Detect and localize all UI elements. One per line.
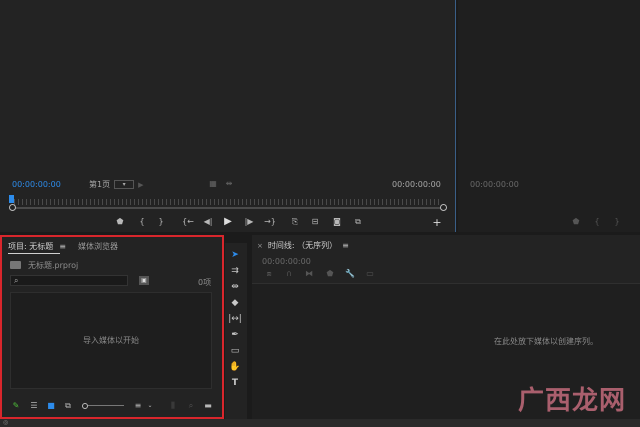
step-forward-icon[interactable]: |▶	[244, 217, 254, 227]
tab-menu-icon[interactable]: ≡	[59, 242, 66, 251]
button-editor-plus-icon[interactable]: +	[432, 217, 442, 228]
timeline-empty-message: 在此处放下媒体以创建序列。	[494, 337, 598, 346]
project-panel-tabs: 项目: 无标题 ≡ 媒体浏览器	[8, 241, 118, 252]
folder-icon	[10, 261, 21, 269]
snap-icon[interactable]: ∩	[284, 269, 294, 278]
freeform-view-icon[interactable]: ⧉	[62, 401, 74, 411]
new-bin-icon[interactable]: ▬	[203, 401, 213, 411]
project-panel: 项目: 无标题 ≡ 媒体浏览器 无标题.prproj ⌕ ▣ 0项 导入媒体以开…	[0, 235, 224, 419]
timeline-tab-menu-icon[interactable]: ≡	[342, 241, 349, 250]
empty-project-message: 导入媒体以开始	[83, 336, 139, 345]
zoom-handle-left[interactable]	[9, 204, 16, 211]
settings-arrows-icon[interactable]: ⇹	[224, 179, 234, 189]
safe-margins-icon[interactable]: ▦	[208, 179, 218, 189]
zoom-handle-right[interactable]	[440, 204, 447, 211]
nest-icon[interactable]: ⧈	[264, 269, 274, 278]
hand-tool-icon[interactable]: ✋	[228, 361, 242, 373]
program-timecode-out: 00:00:00:00	[392, 180, 441, 189]
source-timecode: 00:00:00:00	[470, 180, 519, 189]
page-select-dropdown[interactable]: ▾	[114, 180, 135, 189]
zoom-slider-handle[interactable]	[82, 403, 88, 409]
search-input[interactable]: ⌕	[10, 275, 128, 286]
comparison-view-icon[interactable]: ⧉	[352, 217, 364, 227]
rectangle-tool-icon[interactable]: ▭	[228, 345, 242, 357]
project-file-name: 无标题.prproj	[28, 261, 79, 270]
selection-tool-icon[interactable]: ➤	[228, 249, 242, 261]
sort-dropdown-icon[interactable]: ⌄	[146, 401, 154, 411]
pencil-icon[interactable]: ✎	[11, 401, 21, 411]
source-monitor-video-area	[462, 0, 640, 176]
program-time-ruler[interactable]	[14, 199, 442, 205]
tab-media-browser[interactable]: 媒体浏览器	[78, 241, 118, 252]
close-tab-icon[interactable]: ×	[257, 242, 263, 250]
mark-out-icon[interactable]: }	[157, 217, 165, 227]
timeline-timecode: 00:00:00:00	[262, 257, 311, 266]
source-add-marker-icon[interactable]: ⬟	[572, 217, 580, 227]
type-tool-icon[interactable]: T	[228, 377, 242, 389]
ripple-edit-tool-icon[interactable]: ⇹	[228, 281, 242, 293]
tools-panel: ➤ ⇉ ⇹ ◆ |↔| ✒ ▭ ✋ T	[225, 243, 247, 419]
play-icon[interactable]: ▶	[223, 216, 233, 227]
slip-tool-icon[interactable]: |↔|	[228, 313, 242, 325]
active-tab-underline	[8, 253, 60, 254]
extract-icon[interactable]: ⊟	[309, 217, 321, 227]
captions-icon[interactable]: ▭	[365, 269, 375, 278]
go-to-in-icon[interactable]: {←	[182, 217, 194, 227]
razor-tool-icon[interactable]: ◆	[228, 297, 242, 309]
new-search-bin-icon[interactable]: ▣	[139, 276, 149, 285]
item-count: 0项	[198, 278, 212, 287]
watermark-text: 广西龙网	[517, 385, 626, 416]
automate-to-sequence-icon[interactable]: ⫼	[168, 401, 178, 411]
pen-tool-icon[interactable]: ✒	[228, 329, 242, 341]
page-select-label: 第1页	[89, 180, 111, 189]
status-icon: ◎	[3, 419, 9, 426]
list-view-icon[interactable]: ☰	[28, 401, 40, 411]
sort-icon[interactable]: ≡	[133, 401, 143, 411]
playhead-marker[interactable]	[9, 195, 14, 203]
mark-in-icon[interactable]: {	[138, 217, 146, 227]
wrench-icon[interactable]: 🔧	[345, 269, 355, 278]
status-bar: ◎	[0, 419, 640, 427]
icon-view-icon[interactable]: ■	[46, 401, 56, 411]
tab-project[interactable]: 项目: 无标题	[8, 241, 53, 252]
linked-selection-icon[interactable]: ⧓	[304, 269, 314, 278]
zoom-slider-track[interactable]	[88, 405, 124, 406]
program-timecode-in[interactable]: 00:00:00:00	[12, 180, 61, 189]
go-to-out-icon[interactable]: →}	[264, 217, 276, 227]
track-select-tool-icon[interactable]: ⇉	[228, 265, 242, 277]
program-monitor: 00:00:00:00 第1页 ▾ ▶ ▦ ⇹ 00:00:00:00 ⬟ { …	[0, 0, 456, 232]
page-select[interactable]: 第1页 ▾ ▶	[89, 179, 143, 190]
source-mark-out-icon[interactable]: }	[613, 217, 621, 227]
timeline-tab-label: 时间线: （无序列）	[267, 241, 338, 250]
watermark: 广西龙网	[512, 378, 632, 418]
timeline-tab[interactable]: × 时间线: （无序列） ≡	[257, 240, 349, 251]
project-bin-area[interactable]: 导入媒体以开始	[10, 292, 212, 389]
zoom-bar[interactable]	[14, 207, 442, 209]
search-icon: ⌕	[14, 276, 19, 285]
lift-icon[interactable]: ⎘	[289, 217, 301, 227]
page-next-icon[interactable]: ▶	[138, 181, 143, 189]
export-frame-icon[interactable]: ◙	[331, 217, 343, 227]
source-mark-in-icon[interactable]: {	[593, 217, 601, 227]
program-monitor-video-area	[0, 0, 455, 176]
find-icon[interactable]: ⌕	[186, 401, 196, 411]
timeline-add-marker-icon[interactable]: ⬟	[325, 269, 335, 278]
source-monitor: 00:00:00:00 ⬟ { }	[458, 0, 640, 232]
add-marker-icon[interactable]: ⬟	[116, 217, 124, 227]
step-back-icon[interactable]: ◀|	[203, 217, 213, 227]
